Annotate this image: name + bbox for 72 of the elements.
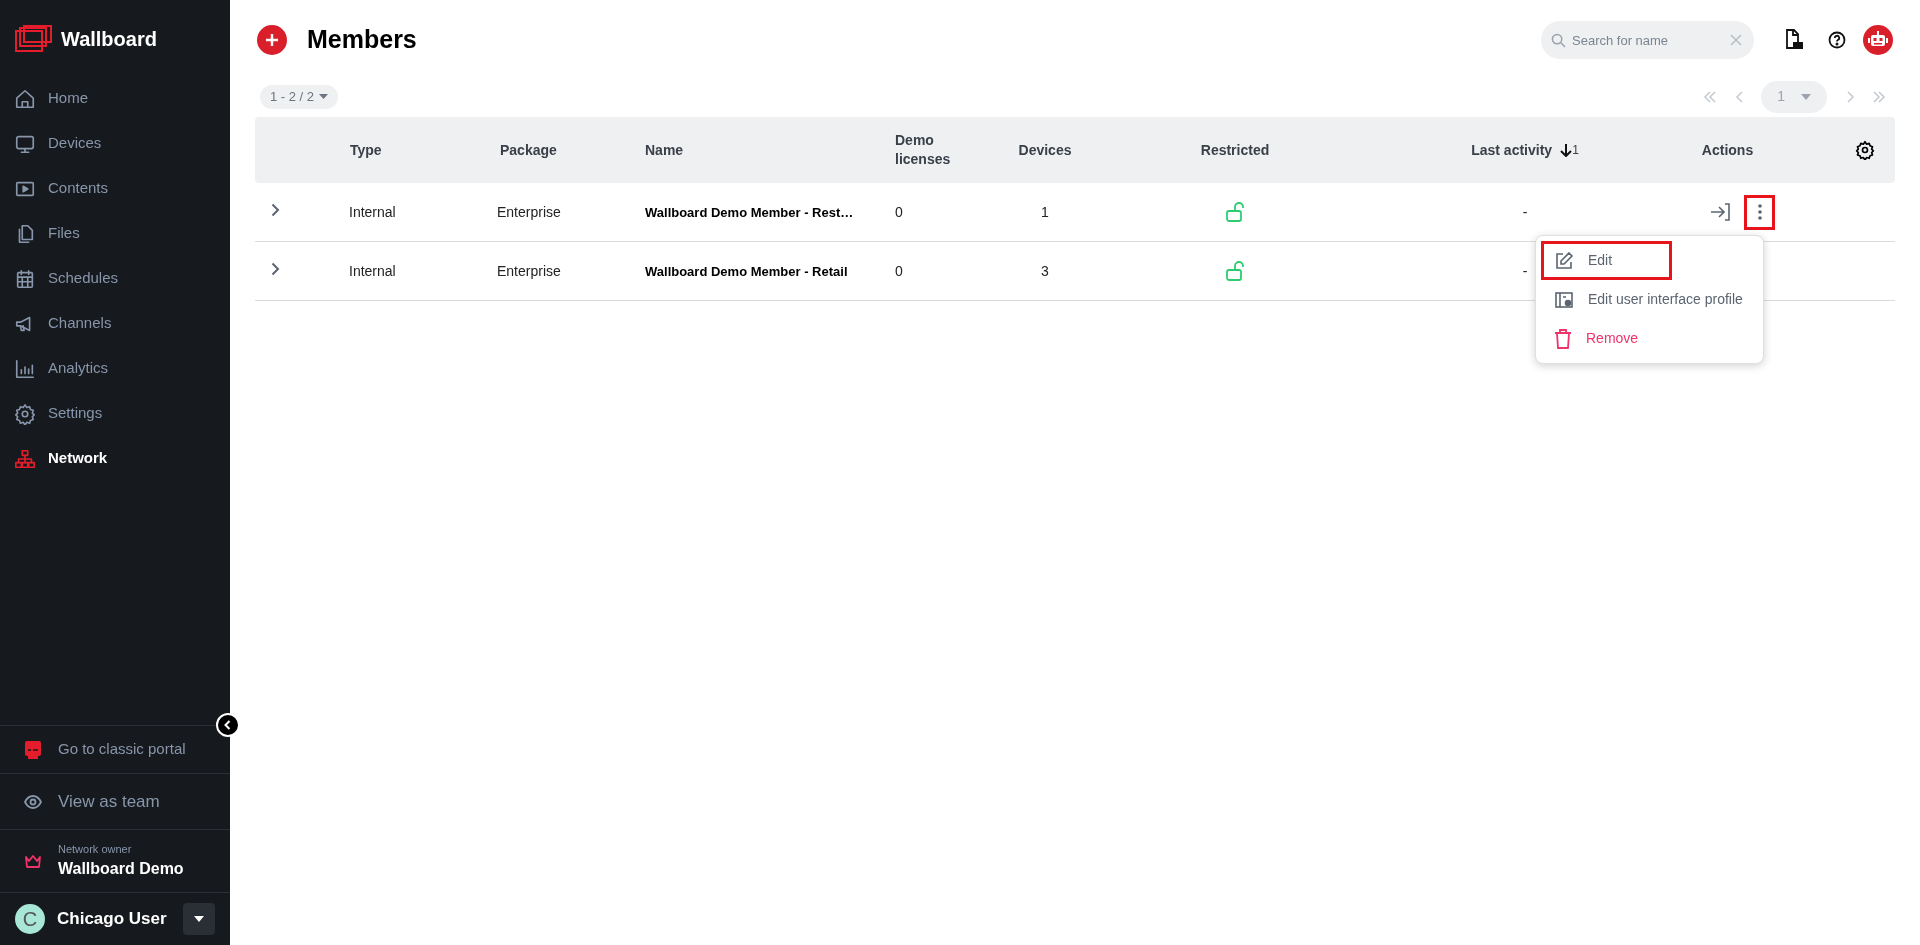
sign-in-icon[interactable] <box>1710 203 1732 221</box>
csv-file-icon[interactable] <box>1784 29 1804 51</box>
column-header[interactable]: Type <box>350 141 382 158</box>
settings-icon[interactable] <box>1855 140 1875 160</box>
owner-name: Wallboard Demo <box>58 859 184 880</box>
table-cell: 1 <box>1041 203 1049 220</box>
nav-item[interactable]: Files <box>0 211 230 256</box>
profile-settings-icon <box>1554 289 1574 310</box>
menu-item[interactable]: Edit <box>1541 241 1672 280</box>
view-as-team-link[interactable]: View as team <box>0 773 230 829</box>
expand-icon[interactable] <box>271 202 280 217</box>
table-cell: 0 <box>895 203 903 220</box>
portal-icon <box>24 739 42 760</box>
home-icon <box>14 87 36 110</box>
nav-item[interactable]: Settings <box>0 391 230 436</box>
expand-icon[interactable] <box>271 261 280 276</box>
user-avatar: C <box>15 904 45 934</box>
table-cell: Wallboard Demo Member - Rest… <box>645 204 854 220</box>
table-cell: Enterprise <box>497 262 561 279</box>
nav-item[interactable]: Home <box>0 76 230 121</box>
nav-item[interactable]: Channels <box>0 301 230 346</box>
menu-item[interactable]: Edit user interface profile <box>1541 280 1768 319</box>
logo-icon <box>15 25 53 53</box>
caret-icon <box>194 916 204 922</box>
table-cell: Internal <box>349 203 396 220</box>
table-cell: - <box>1522 203 1528 220</box>
range-selector[interactable]: 1 - 2 / 2 <box>260 84 339 109</box>
trash-icon <box>1554 328 1572 349</box>
nav-item[interactable]: Devices <box>0 121 230 166</box>
column-header[interactable]: Devices <box>1018 141 1072 158</box>
help-icon[interactable] <box>1828 31 1846 49</box>
search-icon <box>1551 33 1566 48</box>
column-header[interactable]: Name <box>645 141 684 158</box>
page-title: Members <box>307 24 417 56</box>
calendar-icon <box>14 267 36 290</box>
edit-icon <box>1554 250 1574 271</box>
settings-icon <box>14 402 36 425</box>
more-icon <box>1757 204 1762 220</box>
column-header[interactable]: Restricted <box>1200 141 1270 158</box>
search-field[interactable]: Search for name <box>1541 21 1754 59</box>
classic-portal-link[interactable]: Go to classic portal <box>0 725 230 773</box>
owner-label: Network owner <box>58 841 133 857</box>
column-header[interactable]: Actions <box>1701 141 1754 158</box>
robot-avatar[interactable] <box>1863 25 1893 55</box>
network-icon <box>14 447 36 470</box>
table-cell: Internal <box>349 262 396 279</box>
menu-item[interactable]: Remove <box>1541 319 1768 358</box>
table-cell: - <box>1522 262 1528 279</box>
nav-item[interactable]: Schedules <box>0 256 230 301</box>
nav-item[interactable]: Network <box>0 436 230 481</box>
add-button[interactable] <box>257 25 287 55</box>
bar-chart-icon <box>14 357 36 380</box>
nav-item[interactable]: Analytics <box>0 346 230 391</box>
user-name: Chicago User <box>57 908 168 931</box>
eye-icon <box>24 794 42 809</box>
collapse-button[interactable] <box>216 713 240 737</box>
column-header[interactable]: Demo licenses <box>895 131 955 169</box>
logo-text: Wallboard <box>61 27 157 52</box>
column-header[interactable]: Last activity <box>1471 139 1553 161</box>
caret-icon <box>1801 93 1811 100</box>
column-header[interactable]: Package <box>500 141 557 158</box>
table-cell: Wallboard Demo Member - Retail <box>645 263 848 279</box>
plus-icon <box>265 33 279 47</box>
nav-item[interactable]: Contents <box>0 166 230 211</box>
table-cell: 3 <box>1041 262 1049 279</box>
caret-icon <box>319 94 329 99</box>
more-button[interactable] <box>1744 194 1775 230</box>
user-menu-button[interactable] <box>183 903 215 935</box>
crown-icon <box>24 854 42 868</box>
table-cell: Enterprise <box>497 203 561 220</box>
table-cell: 0 <box>895 262 903 279</box>
sort-indicator[interactable]: 1 <box>1560 141 1579 159</box>
